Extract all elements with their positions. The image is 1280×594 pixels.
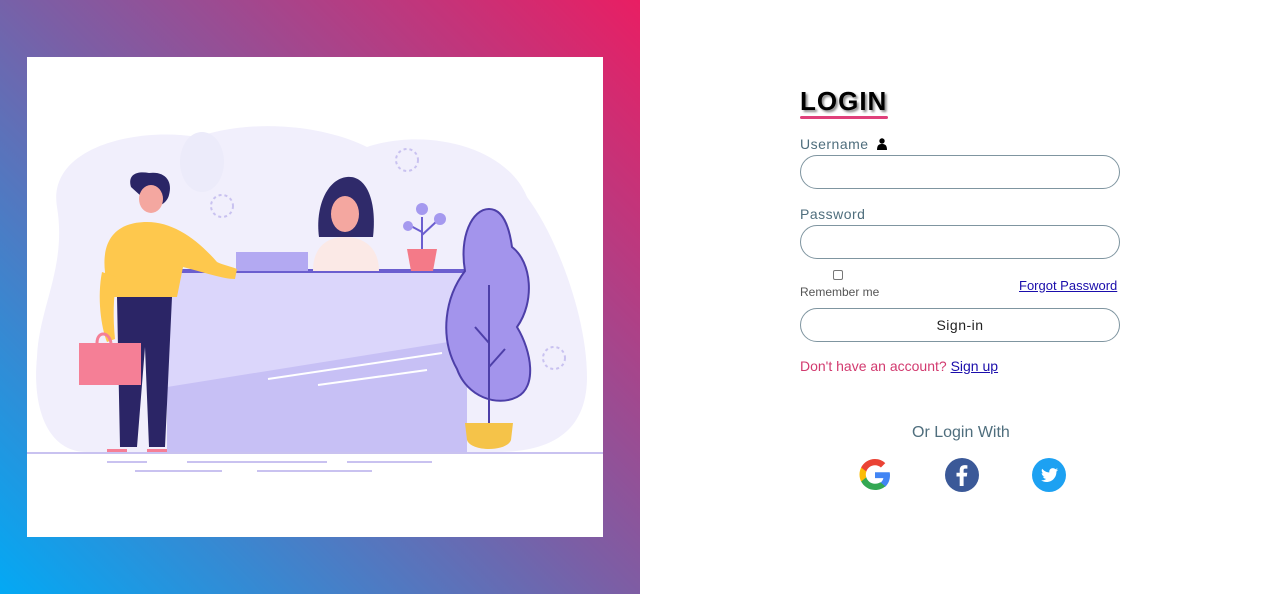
or-login-with-text: Or Login With (912, 424, 1010, 441)
sign-up-link[interactable]: Sign up (951, 358, 998, 374)
reception-scene-graphic (27, 126, 603, 472)
password-input[interactable] (800, 225, 1120, 259)
signup-row: Don't have an account? Sign up (800, 358, 998, 374)
remember-me-checkbox[interactable] (833, 270, 843, 280)
facebook-icon[interactable] (944, 457, 980, 493)
login-panel: LOGIN Username Password Remember me Forg… (640, 0, 1280, 594)
username-label: Username (800, 136, 887, 152)
password-label: Password (800, 206, 866, 222)
username-input[interactable] (800, 155, 1120, 189)
page-title: LOGIN (800, 86, 888, 116)
twitter-icon[interactable] (1031, 457, 1067, 493)
user-icon (876, 138, 887, 150)
gradient-panel (0, 0, 640, 594)
remember-me-label: Remember me (800, 285, 880, 299)
google-icon[interactable] (857, 457, 893, 493)
title-underline (800, 116, 888, 119)
username-label-text: Username (800, 136, 869, 152)
sign-in-button[interactable]: Sign-in (800, 308, 1120, 342)
forgot-password-link[interactable]: Forgot Password (1019, 278, 1117, 293)
no-account-text: Don't have an account? (800, 358, 947, 374)
reception-illustration (27, 57, 603, 537)
